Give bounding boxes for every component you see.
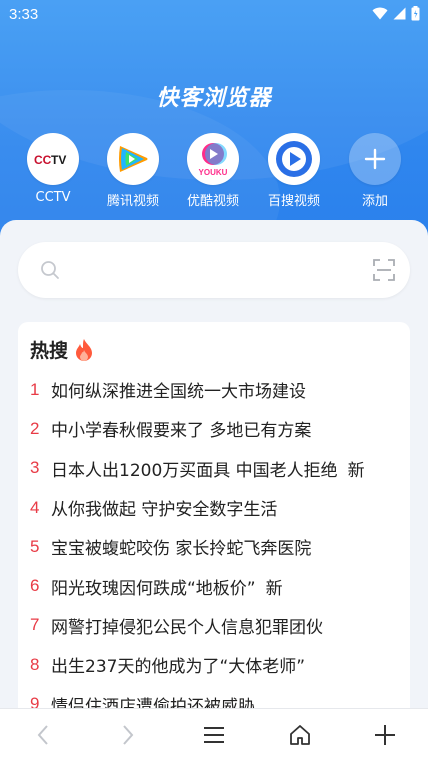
content-panel: 热搜 1 如何纵深推进全国统一大市场建设 2 中小学春秋假要来了 多地已有方案 3 日本人… <box>0 220 428 722</box>
status-bar: 3:33 <box>0 0 428 30</box>
shortcut-baisou-video[interactable]: 百搜视频 <box>254 133 334 209</box>
shortcut-tencent-video[interactable]: 腾讯视频 <box>93 133 173 209</box>
app-title: 快客浏览器 <box>156 86 272 111</box>
hot-search-rank: 2 <box>30 418 40 438</box>
hot-search-rank: 5 <box>30 536 40 556</box>
shortcut-label: 百搜视频 <box>267 194 320 209</box>
shortcut-youku[interactable]: YOUKU 优酷视频 <box>173 133 253 209</box>
status-icons <box>372 6 420 21</box>
signal-icon <box>393 7 406 20</box>
hot-search-item[interactable]: 2 中小学春秋假要来了 多地已有方案 <box>30 409 405 448</box>
new-badge: 新 <box>265 578 283 599</box>
hot-search-rank: 1 <box>30 379 40 399</box>
shortcut-add[interactable]: 添加 <box>335 133 415 209</box>
hot-search-text: 日本人出1200万买面具 中国老人拒绝 <box>51 460 338 481</box>
menu-icon <box>204 727 224 743</box>
hot-search-text: 如何纵深推进全国统一大市场建设 <box>51 382 306 403</box>
hot-search-rank: 4 <box>30 497 40 517</box>
hot-search-heading: 热搜 <box>30 340 69 362</box>
shortcut-label: CCTV <box>35 190 71 205</box>
plus-icon <box>349 133 401 185</box>
hot-search-text: 从你我做起 守护安全数字生活 <box>51 500 278 521</box>
menu-button[interactable] <box>199 721 229 749</box>
hot-search-item[interactable]: 8 出生237天的他成为了“大体老师” <box>30 645 405 684</box>
status-time: 3:33 <box>9 6 39 23</box>
home-icon <box>290 725 310 745</box>
hot-search-text: 阳光玫瑰因何跌成“地板价” <box>51 578 256 599</box>
forward-button[interactable] <box>113 721 143 749</box>
hot-search-card: 热搜 1 如何纵深推进全国统一大市场建设 2 中小学春秋假要来了 多地已有方案 3 日本人… <box>18 322 410 722</box>
hot-search-item[interactable]: 5 宝宝被蝮蛇咬伤 家长拎蛇飞奔医院 <box>30 527 405 566</box>
chevron-right-icon <box>123 725 134 745</box>
hot-search-rank: 8 <box>30 654 40 674</box>
battery-icon <box>411 6 420 21</box>
hot-search-list: 1 如何纵深推进全国统一大市场建设 2 中小学春秋假要来了 多地已有方案 3 日本人出12… <box>30 370 405 724</box>
hot-search-item[interactable]: 1 如何纵深推进全国统一大市场建设 <box>30 370 405 409</box>
new-badge: 新 <box>347 460 365 481</box>
home-button[interactable] <box>285 721 315 749</box>
tencent-video-icon <box>107 133 159 185</box>
hot-search-text: 网警打掉侵犯公民个人信息犯罪团伙 <box>51 617 323 638</box>
baisou-video-icon <box>268 133 320 185</box>
new-tab-button[interactable] <box>370 721 400 749</box>
svg-text:TV: TV <box>51 153 66 166</box>
shortcut-label: 优酷视频 <box>186 194 239 209</box>
flame-icon <box>76 338 93 361</box>
svg-text:YOUKU: YOUKU <box>199 168 228 177</box>
hot-search-rank: 3 <box>30 458 40 478</box>
hot-search-text: 宝宝被蝮蛇咬伤 家长拎蛇飞奔医院 <box>51 539 312 560</box>
hot-search-text: 出生237天的他成为了“大体老师” <box>51 657 306 678</box>
back-button[interactable] <box>28 721 58 749</box>
shortcut-cctv[interactable]: CC TV CCTV <box>13 133 93 205</box>
plus-icon <box>375 725 395 745</box>
hot-search-rank: 7 <box>30 615 40 635</box>
scan-icon[interactable] <box>372 258 396 282</box>
shortcut-label: 添加 <box>361 194 388 209</box>
wifi-icon <box>372 7 388 20</box>
header-banner: 3:33 快客浏览器 CC TV CCTV 腾讯视频 YOUKU 优酷视频 百搜… <box>0 0 428 250</box>
bottom-nav-bar <box>0 708 428 760</box>
hot-search-item[interactable]: 6 阳光玫瑰因何跌成“地板价” 新 <box>30 566 405 605</box>
hot-search-item[interactable]: 3 日本人出1200万买面具 中国老人拒绝新 <box>30 449 405 488</box>
chevron-left-icon <box>37 725 48 745</box>
youku-icon: YOUKU <box>187 133 239 185</box>
hot-search-title: 热搜 <box>30 336 94 363</box>
hot-search-item[interactable]: 7 网警打掉侵犯公民个人信息犯罪团伙 <box>30 606 405 645</box>
cctv-logo-icon: CC TV <box>27 133 79 185</box>
hot-search-item[interactable]: 4 从你我做起 守护安全数字生活 <box>30 488 405 527</box>
search-icon <box>41 261 59 279</box>
shortcut-label: 腾讯视频 <box>106 194 159 209</box>
hot-search-rank: 6 <box>30 576 40 596</box>
search-box[interactable] <box>18 242 410 298</box>
svg-text:CC: CC <box>34 153 52 166</box>
hot-search-text: 中小学春秋假要来了 多地已有方案 <box>51 421 312 442</box>
shortcut-grid: CC TV CCTV 腾讯视频 YOUKU 优酷视频 百搜视频 添加 <box>0 133 428 213</box>
